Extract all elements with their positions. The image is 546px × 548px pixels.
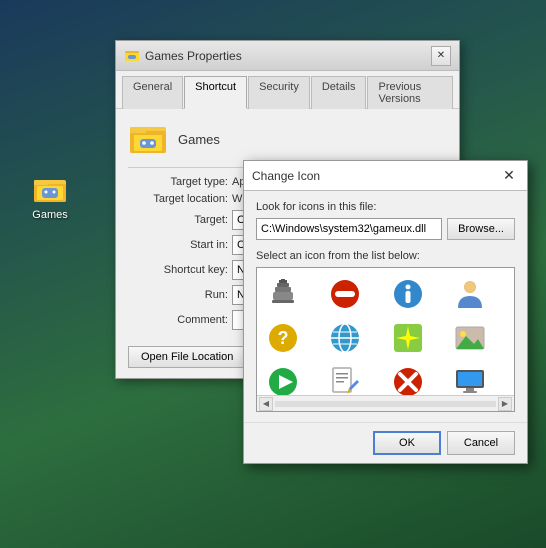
browse-button[interactable]: Browse...	[447, 218, 515, 240]
scroll-left-button[interactable]: ◀	[259, 397, 273, 411]
change-icon-title-bar: Change Icon ✕	[244, 161, 527, 191]
icon-question[interactable]: ?	[263, 318, 303, 358]
icon-chess-king[interactable]	[263, 274, 303, 314]
change-icon-body: Look for icons in this file: Browse... S…	[244, 191, 527, 422]
icon-no-entry[interactable]	[325, 274, 365, 314]
games-title-icon	[124, 48, 140, 64]
file-path-input[interactable]	[256, 218, 442, 240]
icon-person[interactable]	[450, 274, 490, 314]
target-label: Target:	[128, 214, 228, 226]
scroll-right-button[interactable]: ▶	[498, 397, 512, 411]
target-location-label: Target location:	[128, 193, 228, 205]
scrollbar-track[interactable]	[275, 401, 496, 407]
tab-details[interactable]: Details	[311, 76, 367, 109]
tab-previous-versions[interactable]: Previous Versions	[367, 76, 453, 109]
change-icon-close-button[interactable]: ✕	[499, 166, 519, 186]
comment-label: Comment:	[128, 314, 228, 326]
icon-globe[interactable]	[325, 318, 365, 358]
icons-grid: ?	[257, 268, 514, 412]
app-name-label: Games	[178, 132, 220, 147]
target-type-label: Target type:	[128, 176, 228, 188]
app-icon-large	[128, 119, 168, 159]
games-tab-bar: General Shortcut Security Details Previo…	[116, 71, 459, 109]
icons-grid-container: ?	[256, 267, 515, 412]
cancel-button[interactable]: Cancel	[447, 431, 515, 455]
icon-info[interactable]	[388, 274, 428, 314]
change-icon-dialog: Change Icon ✕ Look for icons in this fil…	[243, 160, 528, 464]
scrollbar-horizontal[interactable]: ◀ ▶	[257, 395, 514, 411]
desktop-icon-games[interactable]: Games	[20, 170, 80, 221]
desktop-icon-image	[32, 170, 68, 206]
icons-list-label: Select an icon from the list below:	[256, 250, 515, 262]
shortcut-key-label: Shortcut key:	[128, 264, 228, 276]
games-dialog-close-button[interactable]: ✕	[431, 46, 451, 66]
desktop-icon-label: Games	[32, 209, 67, 221]
ok-button[interactable]: OK	[373, 431, 441, 455]
run-label: Run:	[128, 289, 228, 301]
tab-security[interactable]: Security	[248, 76, 310, 109]
icon-image[interactable]	[450, 318, 490, 358]
start-in-label: Start in:	[128, 239, 228, 251]
change-icon-title-text: Change Icon	[252, 169, 320, 183]
file-input-row: Browse...	[256, 218, 515, 240]
games-properties-title: Games Properties	[124, 48, 242, 64]
icon-sparkle[interactable]	[388, 318, 428, 358]
tab-shortcut[interactable]: Shortcut	[184, 76, 247, 109]
open-file-location-button[interactable]: Open File Location	[128, 346, 246, 368]
games-properties-title-bar: Games Properties ✕	[116, 41, 459, 71]
change-icon-buttons: OK Cancel	[244, 422, 527, 463]
games-dialog-title-text: Games Properties	[145, 49, 242, 63]
file-label: Look for icons in this file:	[256, 201, 515, 213]
svg-text:?: ?	[278, 328, 289, 348]
tab-general[interactable]: General	[122, 76, 183, 109]
